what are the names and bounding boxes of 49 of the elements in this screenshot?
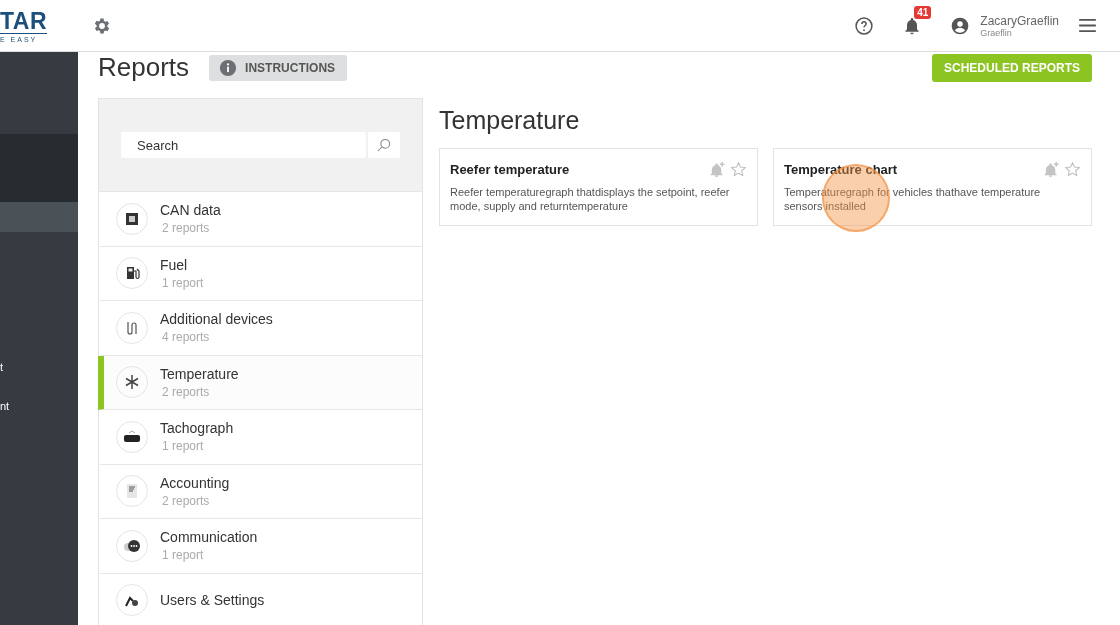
- snowflake-icon: [124, 374, 140, 391]
- category-name: Fuel: [160, 256, 189, 273]
- cable-icon: [124, 319, 140, 336]
- category-item[interactable]: Communication 1 report: [98, 519, 422, 574]
- category-name: Communication: [160, 529, 258, 546]
- info-icon: [219, 58, 238, 77]
- category-item[interactable]: Users & Settings: [98, 573, 422, 625]
- chat-icon: [123, 537, 141, 554]
- category-name: Tachograph: [160, 420, 234, 437]
- report-card[interactable]: Reefer temperature Reefer temperaturegraph thatdisplays the setpoint, reefer mode, supply and returntemperature: [439, 148, 758, 226]
- category-name: CAN data: [160, 202, 221, 219]
- category-item[interactable]: Accounting 2 reports: [98, 464, 422, 519]
- category-name: Temperature: [160, 365, 239, 382]
- report-description: Temperaturegraph for vehicles thathave temperature sensors installed: [784, 185, 1042, 213]
- user-account: Graeflin: [980, 27, 1012, 38]
- category-item[interactable]: Temperature 2 reports: [98, 355, 422, 410]
- page-title: Reports: [98, 52, 190, 83]
- category-name: Additional devices: [160, 311, 273, 328]
- report-count: 2 reports: [162, 493, 211, 508]
- notification-badge: 41: [914, 5, 932, 19]
- report-description: Reefer temperaturegraph thatdisplays the setpoint, reefer mode, supply and returntemperature: [450, 185, 731, 213]
- report-count: 2 reports: [162, 221, 211, 236]
- report-count: 1 report: [162, 275, 204, 290]
- tachograph-icon: [123, 428, 141, 445]
- document-icon: [124, 483, 140, 500]
- star-icon[interactable]: [1064, 161, 1081, 178]
- category-item[interactable]: Additional devices 4 reports: [98, 301, 422, 356]
- section-title: Temperature: [439, 106, 581, 135]
- help-icon[interactable]: [854, 15, 875, 36]
- user-avatar-icon[interactable]: [950, 15, 971, 36]
- user-name[interactable]: ZacaryGraeflin: [980, 13, 1059, 28]
- report-count: 1 report: [162, 548, 205, 563]
- report-title: Reefer temperature: [450, 162, 571, 177]
- category-name: Users & Settings: [160, 592, 265, 609]
- report-count: 4 reports: [162, 330, 211, 345]
- search-field[interactable]: Search: [121, 132, 366, 158]
- category-name: Accounting: [160, 474, 230, 491]
- chip-icon: [124, 210, 140, 227]
- search-icon: [368, 132, 400, 158]
- category-item[interactable]: Fuel 1 report: [98, 246, 422, 301]
- category-item[interactable]: CAN data 2 reports: [98, 192, 422, 247]
- instructions-button[interactable]: INSTRUCTIONS: [209, 54, 348, 81]
- logo-text: TAR: [0, 8, 48, 34]
- menu-icon[interactable]: [1079, 19, 1096, 32]
- report-count: 2 reports: [162, 384, 211, 399]
- category-item[interactable]: Tachograph 1 report: [98, 410, 422, 465]
- fuel-pump-icon: [124, 265, 140, 282]
- report-count: 1 report: [162, 439, 205, 454]
- star-icon[interactable]: [730, 161, 747, 178]
